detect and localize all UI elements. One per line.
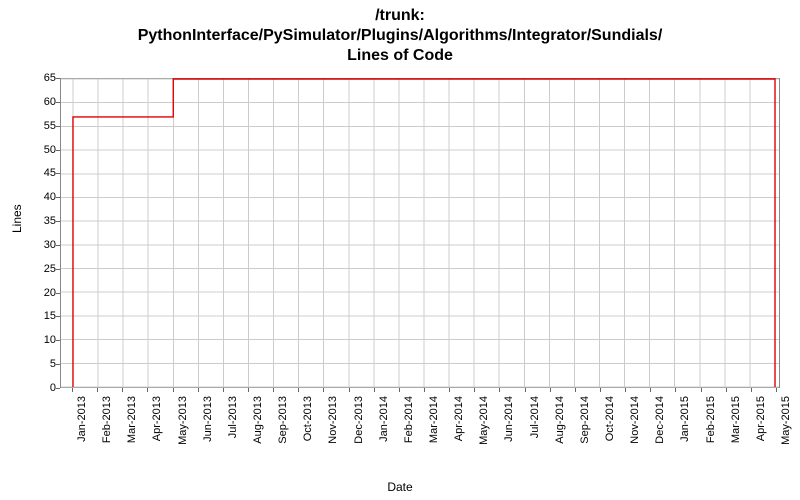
- x-axis-label: Date: [0, 480, 800, 494]
- x-tick-label: Feb-2015: [705, 396, 717, 448]
- x-tick-label: Dec-2014: [654, 396, 666, 448]
- x-tick-label: Mar-2015: [730, 396, 742, 448]
- x-tick-label: Nov-2013: [327, 396, 339, 448]
- x-tick-label: Apr-2015: [755, 396, 767, 448]
- y-tick-label: 65: [6, 72, 56, 84]
- y-tick-label: 5: [6, 358, 56, 370]
- y-tick-label: 40: [6, 191, 56, 203]
- x-tick-label: Nov-2014: [629, 396, 641, 448]
- x-tick-label: Aug-2014: [554, 396, 566, 448]
- x-tick-label: Dec-2013: [353, 396, 365, 448]
- y-tick-label: 35: [6, 215, 56, 227]
- x-tick-label: Jan-2015: [679, 396, 691, 448]
- y-tick-label: 20: [6, 287, 56, 299]
- plot-area: [60, 78, 780, 388]
- x-tick-label: Feb-2014: [403, 396, 415, 448]
- x-tick-label: May-2014: [478, 396, 490, 448]
- y-tick-label: 45: [6, 167, 56, 179]
- x-tick-label: Jan-2014: [378, 396, 390, 448]
- y-tick-label: 25: [6, 263, 56, 275]
- plot-svg: [61, 79, 779, 387]
- x-tick-label: May-2015: [780, 396, 792, 448]
- chart-title: /trunk: PythonInterface/PySimulator/Plug…: [0, 0, 800, 66]
- x-tick-label: Mar-2014: [428, 396, 440, 448]
- x-tick-label: Jul-2013: [227, 396, 239, 448]
- title-line-3: Lines of Code: [0, 46, 800, 66]
- x-tick-label: May-2013: [177, 396, 189, 448]
- y-tick-label: 50: [6, 144, 56, 156]
- x-tick-label: Jun-2014: [503, 396, 515, 448]
- y-tick-label: 60: [6, 96, 56, 108]
- x-tick-label: Oct-2014: [604, 396, 616, 448]
- y-tick-label: 0: [6, 382, 56, 394]
- y-tick-label: 30: [6, 239, 56, 251]
- x-tick-label: Jun-2013: [202, 396, 214, 448]
- x-tick-label: Mar-2013: [126, 396, 138, 448]
- title-line-1: /trunk:: [0, 6, 800, 26]
- x-tick-label: Apr-2014: [453, 396, 465, 448]
- x-tick-label: Apr-2013: [151, 396, 163, 448]
- loc-chart: /trunk: PythonInterface/PySimulator/Plug…: [0, 0, 800, 500]
- x-tick-label: Sep-2014: [579, 396, 591, 448]
- x-tick-label: Oct-2013: [302, 396, 314, 448]
- y-tick-label: 10: [6, 334, 56, 346]
- x-tick-label: Jan-2013: [76, 396, 88, 448]
- x-tick-label: Aug-2013: [252, 396, 264, 448]
- y-tick-label: 55: [6, 120, 56, 132]
- x-tick-label: Feb-2013: [101, 396, 113, 448]
- x-tick-label: Sep-2013: [277, 396, 289, 448]
- y-tick-label: 15: [6, 310, 56, 322]
- x-tick-label: Jul-2014: [529, 396, 541, 448]
- title-line-2: PythonInterface/PySimulator/Plugins/Algo…: [0, 26, 800, 46]
